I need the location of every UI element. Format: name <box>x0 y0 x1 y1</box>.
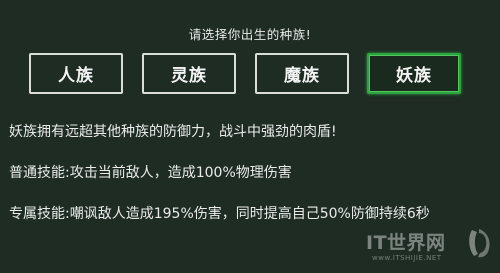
race-label-spirit: 灵族 <box>171 66 207 86</box>
watermark-title: IT世界网 <box>366 232 446 254</box>
race-prompt: 请选择你出生的种族! <box>188 27 312 42</box>
race-label-yao: 妖族 <box>396 66 432 86</box>
race-button-yao[interactable]: 妖族 <box>367 53 461 94</box>
watermark-logo-icon <box>469 229 490 258</box>
race-button-demon[interactable]: 魔族 <box>255 53 349 94</box>
race-button-spirit[interactable]: 灵族 <box>142 53 236 94</box>
race-label-demon: 魔族 <box>284 66 320 86</box>
race-selection-screen: 请选择你出生的种族! 人族 灵族 魔族 妖族 妖族拥有远超其他种族的防御力，战斗… <box>0 0 500 273</box>
watermark-subtitle: www.ITSHIJIE.NET <box>372 254 442 262</box>
race-label-human: 人族 <box>58 66 94 86</box>
site-watermark: IT世界网 www.ITSHIJIE.NET <box>366 224 496 270</box>
race-button-human[interactable]: 人族 <box>29 53 123 94</box>
normal-skill-text: 普通技能:攻击当前敌人，造成100%物理伤害 <box>9 165 292 181</box>
exclusive-skill-text: 专属技能:嘲讽敌人造成195%伤害，同时提高自己50%防御持续6秒 <box>9 206 430 222</box>
race-summary: 妖族拥有远超其他种族的防御力，战斗中强劲的肉盾! <box>9 124 337 140</box>
race-button-row: 人族 灵族 魔族 妖族 <box>0 53 500 97</box>
